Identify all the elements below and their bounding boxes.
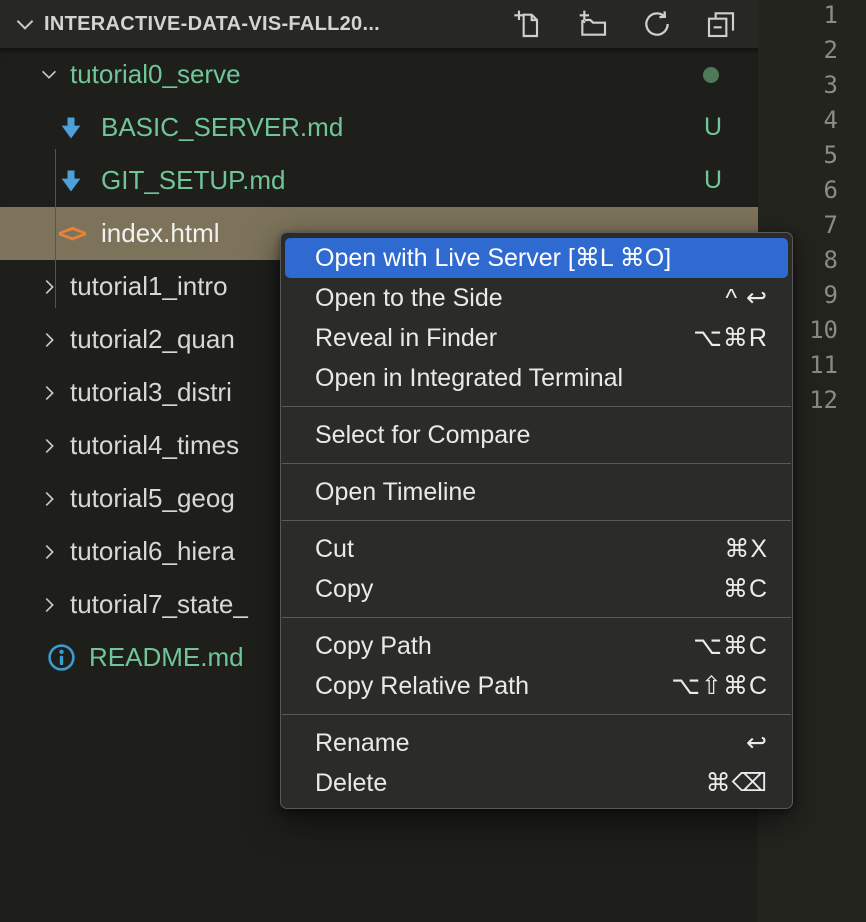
markdown-arrow-icon: [56, 114, 86, 142]
file-label: README.md: [89, 642, 244, 673]
menu-item-cut[interactable]: Cut ⌘X: [285, 529, 788, 569]
shortcut-label: ⌘C: [723, 574, 768, 604]
menu-separator: [282, 520, 791, 521]
markdown-arrow-icon: [56, 167, 86, 195]
folder-label: tutorial6_hiera: [70, 536, 235, 567]
folder-label: tutorial2_quan: [70, 324, 235, 355]
shortcut-label: ⌥⇧⌘C: [671, 671, 768, 701]
menu-item-copy[interactable]: Copy ⌘C: [285, 569, 788, 609]
menu-separator: [282, 463, 791, 464]
line-number: 11: [809, 348, 838, 383]
menu-item-select-for-compare[interactable]: Select for Compare: [285, 415, 788, 455]
menu-separator: [282, 617, 791, 618]
line-number-gutter: 1 2 3 4 5 6 7 8 9 10 11 12: [809, 0, 838, 418]
line-number: 2: [809, 33, 838, 68]
chevron-down-icon: [12, 11, 38, 37]
line-number: 7: [809, 208, 838, 243]
info-icon: [45, 642, 78, 673]
file-label: BASIC_SERVER.md: [101, 112, 343, 143]
line-number: 10: [809, 313, 838, 348]
folder-label: tutorial1_intro: [70, 271, 228, 302]
git-untracked-badge: U: [704, 154, 722, 207]
folder-label: tutorial3_distri: [70, 377, 232, 408]
chevron-down-icon: [38, 64, 60, 86]
new-folder-icon[interactable]: [576, 7, 610, 41]
menu-item-open-timeline[interactable]: Open Timeline: [285, 472, 788, 512]
chevron-right-icon: [38, 276, 60, 298]
file-label: GIT_SETUP.md: [101, 165, 285, 196]
context-menu: Open with Live Server [⌘L ⌘O] Open to th…: [280, 232, 793, 809]
line-number: 4: [809, 103, 838, 138]
shortcut-label: ⌘X: [724, 534, 768, 564]
menu-separator: [282, 714, 791, 715]
line-number: 12: [809, 383, 838, 418]
chevron-right-icon: [38, 382, 60, 404]
explorer-root-title: INTERACTIVE-DATA-VIS-FALL20...: [44, 13, 504, 36]
chevron-right-icon: [38, 594, 60, 616]
menu-item-copy-relative-path[interactable]: Copy Relative Path ⌥⇧⌘C: [285, 666, 788, 706]
tree-item-basic-server-md[interactable]: BASIC_SERVER.md U: [0, 101, 758, 154]
line-number: 8: [809, 243, 838, 278]
line-number: 5: [809, 138, 838, 173]
chevron-right-icon: [38, 329, 60, 351]
menu-item-copy-path[interactable]: Copy Path ⌥⌘C: [285, 626, 788, 666]
line-number: 1: [809, 0, 838, 33]
line-number: 9: [809, 278, 838, 313]
collapse-folders-icon[interactable]: [704, 7, 738, 41]
menu-item-delete[interactable]: Delete ⌘⌫: [285, 763, 788, 803]
shortcut-label: ⌥⌘R: [693, 323, 768, 353]
menu-item-open-to-the-side[interactable]: Open to the Side ^ ↩: [285, 278, 788, 318]
folder-label: tutorial0_serve: [70, 59, 241, 90]
html-code-icon: <>: [56, 220, 86, 247]
shortcut-label: ↩: [746, 728, 768, 758]
git-untracked-badge: U: [704, 101, 722, 154]
shortcut-label: ⌥⌘C: [693, 631, 768, 661]
tree-item-tutorial0-serve[interactable]: tutorial0_serve: [0, 48, 758, 101]
menu-item-reveal-in-finder[interactable]: Reveal in Finder ⌥⌘R: [285, 318, 788, 358]
indent-guide: [55, 149, 56, 308]
file-label: index.html: [101, 218, 220, 249]
chevron-right-icon: [38, 488, 60, 510]
menu-item-open-with-live-server[interactable]: Open with Live Server [⌘L ⌘O]: [285, 238, 788, 278]
refresh-explorer-icon[interactable]: [640, 7, 674, 41]
line-number: 3: [809, 68, 838, 103]
folder-label: tutorial7_state_: [70, 589, 248, 620]
menu-separator: [282, 406, 791, 407]
shortcut-label: ^ ↩: [725, 283, 768, 313]
git-modified-dot: [703, 67, 719, 83]
menu-item-open-in-integrated-terminal[interactable]: Open in Integrated Terminal: [285, 358, 788, 398]
explorer-actions: [504, 7, 758, 41]
menu-item-rename[interactable]: Rename ↩: [285, 723, 788, 763]
shortcut-label: ⌘⌫: [706, 768, 768, 798]
chevron-right-icon: [38, 435, 60, 457]
tree-item-git-setup-md[interactable]: GIT_SETUP.md U: [0, 154, 758, 207]
line-number: 6: [809, 173, 838, 208]
chevron-right-icon: [38, 541, 60, 563]
explorer-section-header[interactable]: INTERACTIVE-DATA-VIS-FALL20...: [0, 0, 758, 48]
folder-label: tutorial5_geog: [70, 483, 235, 514]
new-file-icon[interactable]: [512, 7, 546, 41]
folder-label: tutorial4_times: [70, 430, 239, 461]
